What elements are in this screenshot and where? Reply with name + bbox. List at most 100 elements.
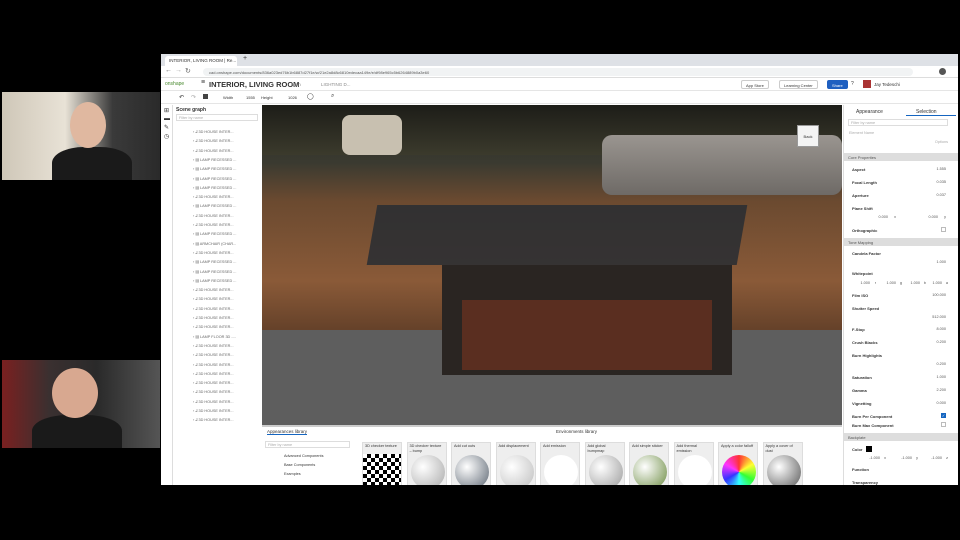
scene-graph-item[interactable]: › ⅃ 3D HOUSE INTER... [193,408,234,417]
burn-max-component-checkbox[interactable] [941,422,946,427]
scene-graph-item[interactable]: › ⅃ 3D HOUSE INTER... [193,129,234,138]
folder-base-components[interactable]: Base Components [284,463,315,467]
learning-center-button[interactable]: Learning Center [779,80,818,89]
scene-graph-item[interactable]: › ⅃ 3D HOUSE INTER... [193,250,234,259]
crush-blacks-value[interactable]: 0.200 [936,340,946,344]
scene-graph-item[interactable]: › ▤ LAMP RECESSED ... [193,157,236,166]
scene-graph-item[interactable]: › ⅃ 3D HOUSE INTER... [193,138,234,147]
whitepoint-g[interactable]: 1.000 [886,281,896,285]
focal-length-value[interactable]: 0.035 [936,180,946,184]
tab-environments-library[interactable]: Environments library [556,429,597,434]
scene-graph-item[interactable]: › ▤ LAMP RECESSED ... [193,278,236,287]
scene-graph-item[interactable]: › ▤ LAMP RECESSED ... [193,185,236,194]
appearance-item[interactable]: 3D checker texture [362,442,402,485]
folder-examples[interactable]: Examples [284,472,301,476]
scene-graph-item[interactable]: › ⅃ 3D HOUSE INTER... [193,380,234,389]
folder-advanced-components[interactable]: Advanced Components [284,454,323,458]
scene-graph-item[interactable]: › ⅃ 3D HOUSE INTER... [193,213,234,222]
scene-graph-item[interactable]: › ▤ LAMP FLOOR 3D -... [193,334,236,343]
scene-graph-item[interactable]: › ⅃ 3D HOUSE INTER... [193,222,234,231]
scene-graph-item[interactable]: › ⅃ 3D HOUSE INTER... [193,399,234,408]
reload-icon[interactable]: ↻ [185,67,191,75]
scene-graph-item[interactable]: › ⅃ 3D HOUSE INTER... [193,287,234,296]
scene-graph-item[interactable]: › ▤ LAMP RECESSED ... [193,269,236,278]
burn-highlights-value[interactable]: 0.200 [936,362,946,366]
forward-icon[interactable]: → [175,67,182,74]
scene-graph-item[interactable]: › ▤ LAMP RECESSED ... [193,203,236,212]
app-store-button[interactable]: App Store [741,80,769,89]
scene-graph-item[interactable]: › ⅃ 3D HOUSE INTER... [193,296,234,305]
zoom-icon[interactable]: ⌕ [331,93,334,100]
scene-graph-item[interactable]: › ⅃ 3D HOUSE INTER... [193,148,234,157]
appearance-item[interactable]: Add emission [540,442,580,485]
scene-graph-item[interactable]: › ⅃ 3D HOUSE INTER... [193,352,234,361]
new-tab-icon[interactable]: + [243,55,247,62]
scene-graph-item[interactable]: › ▤ LAMP RECESSED ... [193,176,236,185]
appearance-item[interactable]: Add simple sticker [629,442,669,485]
scene-graph-item[interactable]: › ⅃ 3D HOUSE INTER... [193,343,234,352]
backplate-x[interactable]: -1.000 [869,456,880,460]
breadcrumb[interactable]: LIGHTING D... [321,82,351,87]
user-menu[interactable]: Jay Tedeschi [874,82,900,87]
film-iso-value[interactable]: 100.000 [932,293,946,297]
scene-graph-item[interactable]: › ▤ ARMCHAIR (CHAR... [193,241,236,250]
undo-icon[interactable]: ↶ [179,94,184,101]
scene-graph-item[interactable]: › ⅃ 3D HOUSE INTER... [193,362,234,371]
plane-shift-x[interactable]: 0.000 [878,215,888,219]
width-input[interactable]: 1555 [246,95,255,100]
profile-avatar[interactable] [939,68,946,75]
clock-icon[interactable]: ◷ [164,133,169,140]
scene-graph-item[interactable]: › ⅃ 3D HOUSE INTER... [193,324,234,333]
branch-label[interactable]: Main [291,82,301,87]
tab-selection[interactable]: Selection [906,109,956,116]
section-tone-mapping[interactable]: Tone Mapping [844,238,958,246]
tab-appearance[interactable]: Appearance [856,109,883,115]
appearance-item[interactable]: Add cut outs [451,442,491,485]
scene-graph-item[interactable]: › ⅃ 3D HOUSE INTER... [193,417,234,425]
appearance-item[interactable]: Apply a color falloff [718,442,758,485]
scene-graph-item[interactable]: › ⅃ 3D HOUSE INTER... [193,194,234,203]
scene-graph-item[interactable]: › ⅃ 3D HOUSE INTER... [193,315,234,324]
library-filter-input[interactable]: Filter by name [265,441,350,448]
menu-icon[interactable]: ≡ [201,79,205,86]
render-viewport[interactable]: Back [262,105,842,425]
help-icon[interactable]: ? [851,81,854,87]
scene-graph-item[interactable]: › ▤ LAMP RECESSED ... [193,231,236,240]
whitepoint-a[interactable]: 1.000 [932,281,942,285]
backplate-z[interactable]: -1.000 [931,456,942,460]
plane-shift-y[interactable]: 0.000 [928,215,938,219]
burn-per-component-checkbox[interactable]: ✓ [941,413,946,418]
scene-graph-item[interactable]: › ▤ LAMP RECESSED ... [193,166,236,175]
save-icon[interactable] [203,94,208,99]
aspect-value[interactable]: 1.555 [936,167,946,171]
comment-icon[interactable]: ▬ [164,116,170,122]
tab-appearances-library[interactable]: Appearances library [267,429,308,435]
appearance-item[interactable]: Apply a cover of dust [762,442,803,485]
whitepoint-r[interactable]: 1.000 [860,281,870,285]
orthographic-checkbox[interactable] [941,227,946,232]
saturation-value[interactable]: 1.000 [936,375,946,379]
scene-filter-input[interactable]: Filter by name [176,114,258,121]
height-input[interactable]: 1026 [288,95,297,100]
scene-graph-item[interactable]: › ⅃ 3D HOUSE INTER... [193,389,234,398]
gamma-value[interactable]: 2.200 [936,388,946,392]
scene-graph-item[interactable]: › ⅃ 3D HOUSE INTER... [193,371,234,380]
section-core-properties[interactable]: Core Properties [844,153,958,161]
appearance-item[interactable]: Add displacement [495,442,536,485]
vignetting-value[interactable]: 0.000 [936,401,946,405]
fstop-value[interactable]: 8.000 [936,327,946,331]
backplate-color-swatch[interactable] [866,446,872,452]
appearance-item[interactable]: Add global bumpmap [584,442,625,485]
scene-graph-icon[interactable]: ⊞ [164,107,169,114]
appearance-item[interactable]: 3D checker texture – bump [406,442,447,485]
shutter-value[interactable]: 512.000 [932,315,946,319]
browser-tab[interactable]: INTERIOR, LIVING ROOM | Re... [165,56,237,66]
url-input[interactable]: cad.onshape.com/documents/836a023ed76b1b… [203,68,913,76]
scene-graph-item[interactable]: › ⅃ 3D HOUSE INTER... [193,306,234,315]
whitepoint-b[interactable]: 1.000 [910,281,920,285]
candela-value[interactable]: 1.000 [936,260,946,264]
backplate-y[interactable]: -1.000 [901,456,912,460]
scene-graph-item[interactable]: › ▤ LAMP RECESSED ... [193,259,236,268]
appearance-icon[interactable]: ✎ [164,124,169,131]
options-link[interactable]: Options [935,140,948,144]
